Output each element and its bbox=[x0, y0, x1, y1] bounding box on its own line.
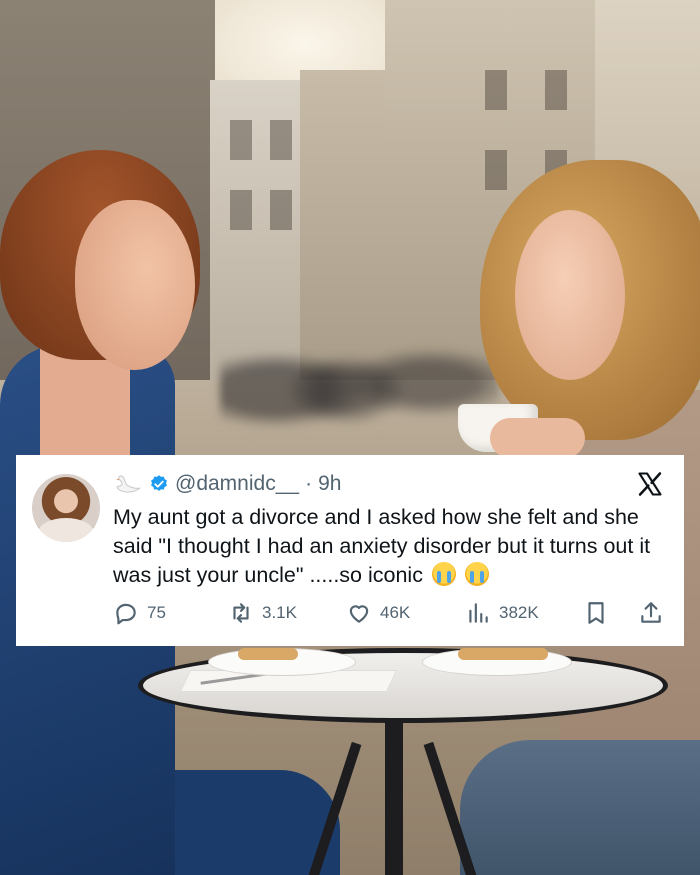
share-button[interactable] bbox=[638, 600, 664, 626]
bookmark-button[interactable] bbox=[583, 600, 609, 626]
pastry bbox=[458, 648, 548, 660]
table-leg bbox=[385, 720, 403, 875]
swan-emoji-icon bbox=[116, 475, 141, 493]
crying-face-emoji-icon bbox=[464, 562, 489, 586]
tweet-actions: 75 3.1K 46K 382K bbox=[113, 598, 669, 628]
bookmark-icon bbox=[588, 602, 604, 624]
share-icon bbox=[641, 602, 661, 623]
x-logo-icon bbox=[638, 472, 662, 496]
background-photo bbox=[0, 0, 700, 875]
crying-face-emoji-icon bbox=[431, 562, 456, 586]
woman-right-hand bbox=[490, 418, 585, 458]
views-button[interactable]: 382K bbox=[465, 600, 539, 626]
views-chart-icon bbox=[469, 603, 488, 623]
tweet-header: @damnidc__ · 9h bbox=[113, 470, 341, 498]
pastry bbox=[238, 648, 298, 660]
like-button[interactable]: 46K bbox=[346, 600, 410, 626]
user-avatar[interactable] bbox=[32, 474, 100, 542]
repost-count: 3.1K bbox=[262, 603, 297, 622]
like-count: 46K bbox=[380, 603, 411, 622]
tweet-text: My aunt got a divorce and I asked how sh… bbox=[113, 505, 651, 587]
separator-dot: · bbox=[305, 472, 313, 495]
verified-badge-icon bbox=[151, 475, 167, 491]
reply-button[interactable]: 75 bbox=[113, 600, 166, 626]
woman-left-face bbox=[75, 200, 195, 370]
reply-icon bbox=[116, 603, 136, 625]
repost-icon bbox=[233, 603, 249, 623]
views-count: 382K bbox=[499, 603, 539, 622]
repost-button[interactable]: 3.1K bbox=[228, 600, 297, 626]
heart-icon bbox=[349, 605, 369, 623]
woman-right-face bbox=[515, 210, 625, 380]
reply-count: 75 bbox=[147, 603, 166, 622]
tweet-body: My aunt got a divorce and I asked how sh… bbox=[113, 503, 673, 590]
tweet-time[interactable]: 9h bbox=[318, 472, 341, 496]
woman-right-legs bbox=[460, 740, 700, 875]
user-handle[interactable]: @damnidc__ bbox=[175, 472, 299, 496]
